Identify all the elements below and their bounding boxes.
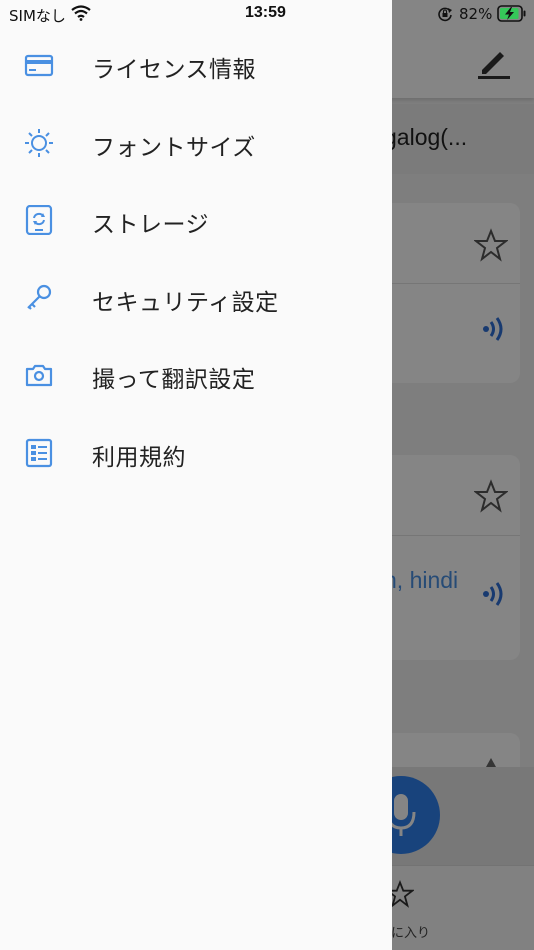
- menu-item-font-size[interactable]: フォントサイズ: [0, 104, 392, 182]
- clock: 13:59: [245, 4, 286, 21]
- menu-item-label: フォントサイズ: [92, 135, 256, 161]
- carrier-label: SIMなし: [9, 7, 66, 25]
- menu-item-label: 撮って翻訳設定: [92, 367, 256, 393]
- wifi-icon: [71, 5, 91, 25]
- menu-item-label: 利用規約: [92, 445, 186, 471]
- brightness-icon: [24, 128, 54, 158]
- status-bar: SIMなし 13:59 82%: [0, 0, 534, 28]
- menu-item-storage[interactable]: ストレージ: [0, 181, 392, 259]
- battery-charging-icon: [497, 5, 527, 26]
- menu-item-label: ライセンス情報: [92, 57, 257, 83]
- list-document-icon: [24, 438, 54, 468]
- credit-card-icon: [24, 50, 54, 80]
- rotation-lock-icon: [437, 6, 453, 26]
- menu-item-label: セキュリティ設定: [92, 290, 279, 316]
- menu-item-terms[interactable]: 利用規約: [0, 414, 392, 492]
- camera-icon: [24, 360, 54, 390]
- battery-percentage: 82%: [459, 5, 493, 23]
- menu-item-camera-translate[interactable]: 撮って翻訳設定: [0, 336, 392, 414]
- tablet-sync-icon: [24, 204, 54, 236]
- menu-item-label: ストレージ: [92, 212, 210, 238]
- navigation-drawer: ライセンス情報 フォントサイズ ストレージ セキュリティ設定 撮って翻訳設定 利…: [0, 0, 392, 950]
- menu-item-security[interactable]: セキュリティ設定: [0, 259, 392, 337]
- menu-item-license[interactable]: ライセンス情報: [0, 26, 392, 104]
- key-icon: [24, 283, 54, 313]
